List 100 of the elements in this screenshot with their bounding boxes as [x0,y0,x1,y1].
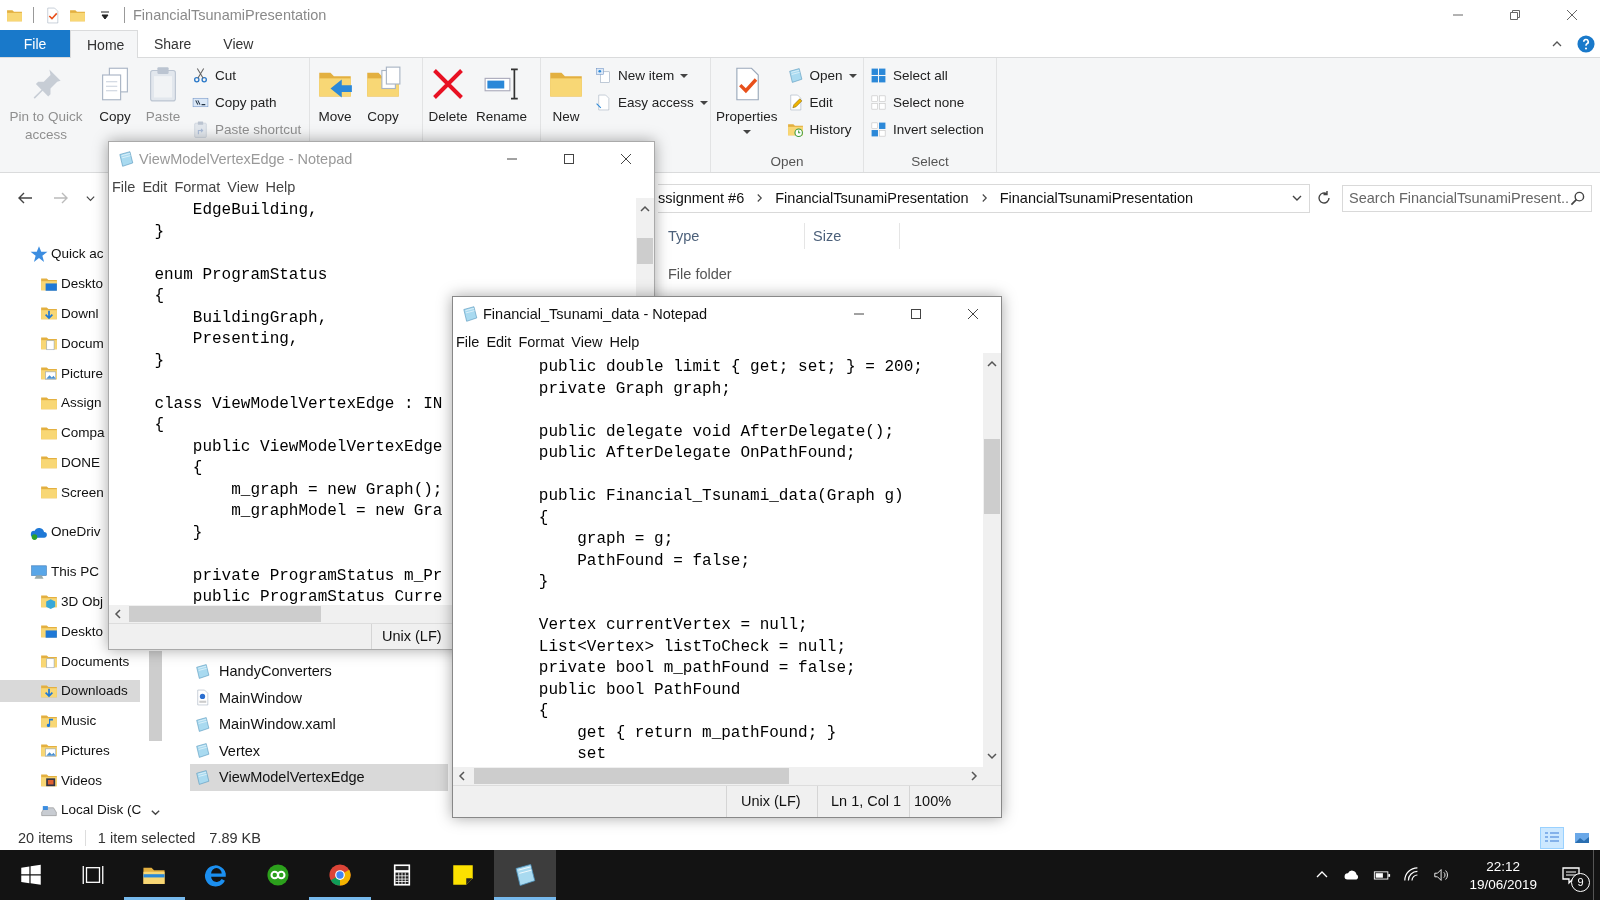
nav-item[interactable]: Deskto [0,272,106,295]
scroll-down-icon[interactable] [150,807,161,818]
scroll-left-icon[interactable] [112,608,124,620]
refresh-icon[interactable] [1316,190,1332,206]
ribbon-button[interactable]: History [782,118,861,141]
column-header[interactable]: Size [805,223,900,249]
ribbon-button[interactable]: Easy access [591,91,712,114]
window-title: FinancialTsunamiPresentation [133,7,327,23]
back-icon[interactable] [17,190,33,206]
menu-item[interactable]: Edit [486,334,512,350]
scroll-left-icon[interactable] [456,770,468,782]
nav-item[interactable]: Documents [0,650,132,673]
close-icon [1565,9,1578,21]
scrollbar-thumb[interactable] [984,439,1000,514]
group-label: Open [770,153,804,169]
maximize-icon [562,153,575,165]
ribbon-button[interactable]: Rename [473,58,531,128]
file-icon [194,768,211,786]
nav-item[interactable]: Assign [0,391,104,414]
nav-item[interactable]: Local Disk (C [0,798,144,821]
ribbon-button[interactable]: Move [312,58,358,128]
clipboard-icon [192,121,209,138]
ribbon-button[interactable]: Cut [188,64,306,87]
select-none-icon [870,94,887,111]
nav-item[interactable]: OneDriv [0,520,103,543]
chevron-icon [980,193,988,203]
nav-item[interactable]: Compa [0,421,107,444]
menu-item[interactable]: File [456,334,480,350]
scroll-down-icon[interactable] [986,750,998,762]
search-icon[interactable] [1570,190,1585,206]
file-icon [194,662,211,680]
ribbon-button[interactable]: New item [591,64,712,87]
scrollbar-thumb[interactable] [129,606,321,622]
file-row[interactable]: Vertex [190,737,448,764]
breadcrumb-item[interactable]: FinancialTsunamiPresentation [775,190,969,206]
menu-item[interactable]: Help [265,179,296,195]
selection-info: 1 item selected [97,829,196,846]
code-text[interactable]: EdgeBuilding, } enum ProgramStatus { BuildingGraph, Presenting, } class ViewModelVertexEdge : IN { public ViewModelVertexEdge { m_graph = new Graph(); m_graphModel = new Gra } private ProgramStatus m_Pr public ProgramStatus Curre [109,198,443,605]
star-icon [30,244,48,263]
ribbon-tab[interactable]: File [0,30,70,57]
document-check-icon[interactable] [44,6,61,24]
nav-item[interactable]: Deskto [0,620,106,643]
notification-icon[interactable] [1561,865,1581,885]
file-row[interactable]: MainWindow.xaml [190,711,448,738]
status-text: Unix (LF) [726,786,817,817]
menu-item[interactable]: Edit [142,179,168,195]
ribbon-button[interactable]: Select none [866,91,988,114]
scrollbar-thumb[interactable] [149,651,162,741]
ribbon-button[interactable]: Open [782,64,861,87]
ribbon-button[interactable]: Copy [360,58,406,128]
ribbon-button[interactable]: Copy [92,58,138,128]
ribbon-button[interactable]: New [543,58,589,128]
ribbon-button[interactable]: Copy path [188,91,306,114]
nav-item[interactable]: Pictures [0,739,112,762]
scrollbar-thumb[interactable] [637,238,653,264]
menu-item[interactable]: Format [174,179,221,195]
search-field[interactable]: Search FinancialTsunamiPresent... [1342,184,1592,212]
menu-item[interactable]: Help [609,334,640,350]
menu-item[interactable]: File [112,179,136,195]
nav-item[interactable]: Picture [0,362,106,384]
nav-item[interactable]: Downl [0,302,101,325]
invert-selection-icon [870,121,887,138]
scrollbar-thumb[interactable] [474,768,789,784]
ribbon-button[interactable]: Delete [425,58,471,128]
nav-item[interactable]: 3D Obj [0,590,106,613]
breadcrumb-item[interactable]: FinancialTsunamiPresentation [999,190,1194,206]
computer-icon [30,562,48,581]
ribbon-button[interactable]: Select all [866,64,988,87]
ribbon-button[interactable]: Invert selection [866,118,988,141]
ribbon-tab[interactable]: Home [70,30,138,58]
close-icon [966,308,979,320]
nav-item[interactable]: Music [0,709,99,732]
nav-item[interactable]: This PC [0,560,101,583]
taskbar-button[interactable] [494,850,557,900]
close-icon [619,153,632,165]
menu-item[interactable]: Format [518,334,565,350]
caret-icon[interactable] [100,10,110,20]
file-row[interactable]: MainWindow [190,684,448,711]
nav-item[interactable]: Videos [0,769,105,792]
menu-item[interactable]: View [227,179,259,195]
nav-item[interactable]: Screen [0,481,106,504]
column-header[interactable]: Type [660,223,805,249]
nav-item[interactable]: Downloads [0,679,140,702]
file-row[interactable]: HandyConverters [190,658,448,685]
file-row[interactable]: ViewModelVertexEdge [190,764,448,791]
breadcrumb-item[interactable]: ssignment #6 [658,190,745,206]
clock[interactable]: 22:12 19/06/2019 [1457,850,1549,900]
address-bar[interactable]: ssignment #6 FinancialTsunamiPresentation FinancialTsunamiPresentation [658,183,1310,213]
nav-item[interactable]: DONE [0,451,102,474]
ribbon-button[interactable]: Properties [713,58,781,137]
document-folder-icon [40,334,58,353]
nav-item[interactable]: Docum [0,332,106,355]
new-item-icon [595,67,612,84]
help-icon[interactable] [1577,34,1595,53]
menu-item[interactable]: View [571,334,603,350]
scroll-right-icon[interactable] [968,770,980,782]
group-label: Select [911,153,949,169]
nav-item[interactable]: Quick ac [0,242,106,265]
xaml-file-icon [194,689,211,707]
ribbon-button[interactable]: Edit [782,91,861,114]
